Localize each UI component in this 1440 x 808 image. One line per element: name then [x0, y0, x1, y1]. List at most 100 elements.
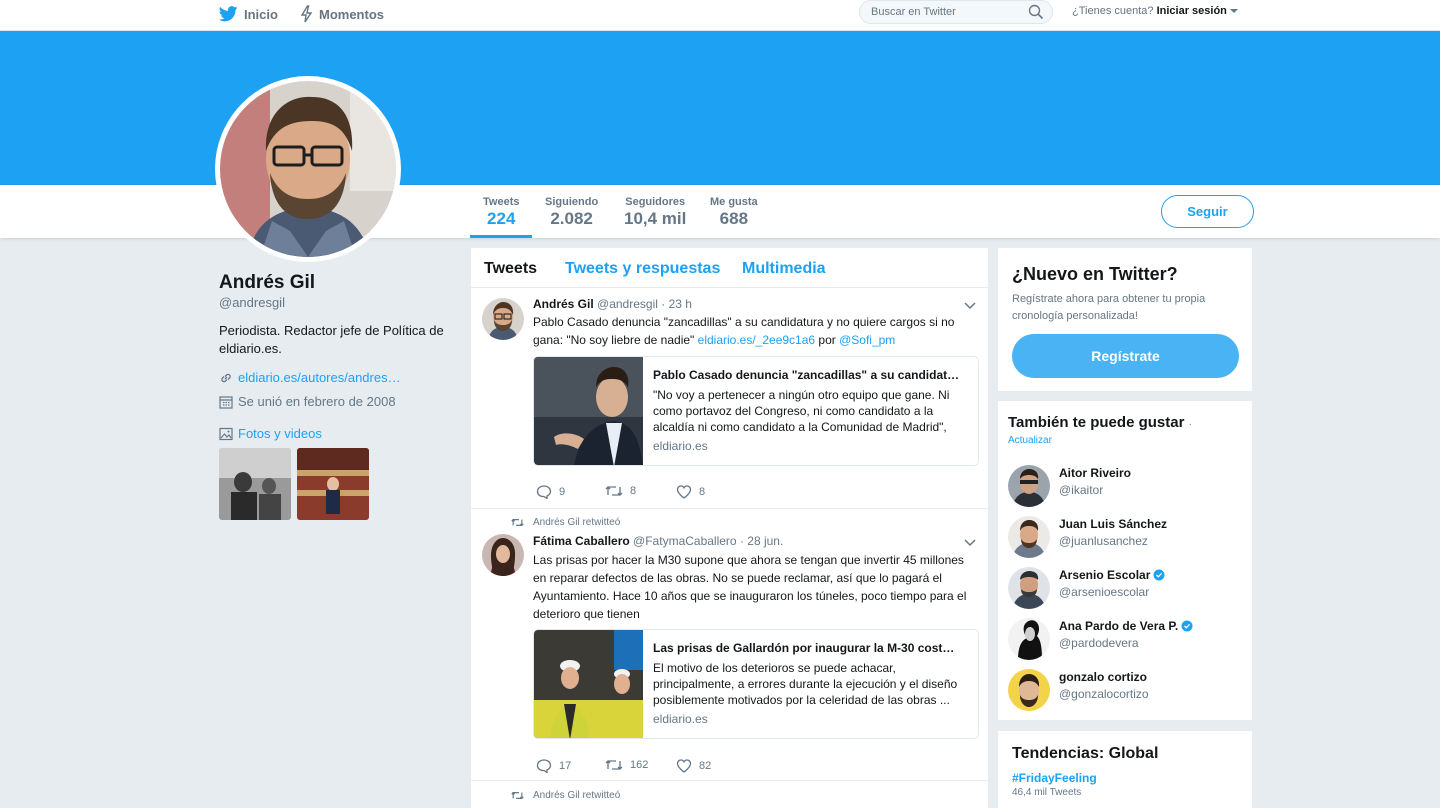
signup-button[interactable]: Regístrate — [1012, 334, 1239, 378]
tab-tweets-replies[interactable]: Tweets y respuestas — [565, 260, 720, 278]
like-count: 82 — [699, 760, 712, 772]
login-area: ¿Tienes cuenta? Iniciar sesión — [1072, 5, 1238, 17]
retweet-context-label[interactable]: Andrés Gil retwitteó — [533, 790, 620, 801]
tweet-time[interactable]: · 23 h — [661, 297, 692, 311]
card-domain: eldiario.es — [653, 712, 708, 726]
tweet-author-handle[interactable]: @FatymaCaballero — [633, 534, 737, 548]
follow-button[interactable]: Seguir — [1161, 195, 1254, 228]
caret-down-icon[interactable] — [1229, 8, 1238, 14]
account-question: ¿Tienes cuenta? — [1072, 5, 1154, 17]
moments-nav-link[interactable]: Momentos — [300, 3, 384, 25]
tweet-avatar[interactable] — [482, 298, 524, 340]
home-nav-link[interactable]: Inicio — [219, 3, 278, 25]
suggested-user-handle[interactable]: @juanlusanchez — [1059, 534, 1148, 548]
chevron-down-icon[interactable] — [964, 539, 976, 547]
tweet-time[interactable]: · 28 jun. — [740, 534, 783, 548]
tweet-avatar[interactable] — [482, 534, 524, 576]
timeline-tabs: Tweets Tweets y respuestas Multimedia — [471, 248, 988, 288]
reply-action[interactable]: 9 — [536, 485, 565, 499]
link-card[interactable]: Las prisas de Gallardón por inaugurar la… — [533, 629, 979, 739]
profile-bio: Periodista. Redactor jefe de Política de… — [219, 323, 444, 356]
tab-media[interactable]: Multimedia — [742, 260, 826, 278]
retweet-icon — [511, 791, 524, 800]
profile-handle[interactable]: @andresgil — [219, 295, 285, 310]
suggested-user[interactable]: Aitor Riveiro @ikaitor — [1008, 465, 1248, 509]
stat-followers[interactable]: Seguidores 10,4 mil — [624, 196, 686, 229]
search-box — [859, 0, 1053, 24]
title-separator: · — [1188, 419, 1192, 430]
stat-tweets-label: Tweets — [483, 196, 520, 208]
stat-likes[interactable]: Me gusta 688 — [710, 196, 758, 229]
suggested-user-avatar[interactable] — [1008, 567, 1050, 609]
profile-name[interactable]: Andrés Gil — [219, 272, 315, 294]
retweet-icon — [605, 486, 623, 496]
stat-following-value: 2.082 — [550, 209, 593, 228]
photos-videos-row[interactable]: Fotos y videos — [219, 426, 322, 441]
like-action[interactable]: 8 — [676, 485, 705, 499]
stat-following[interactable]: Siguiendo 2.082 — [545, 196, 598, 229]
search-input[interactable] — [871, 6, 1021, 18]
calendar-icon — [219, 395, 233, 409]
suggested-user-avatar[interactable] — [1008, 516, 1050, 558]
card-image — [534, 357, 643, 465]
stat-likes-label: Me gusta — [710, 196, 758, 208]
like-action[interactable]: 82 — [676, 759, 711, 773]
profile-url-row[interactable]: eldiario.es/autores/andres… — [219, 370, 401, 385]
retweet-action[interactable]: 162 — [605, 759, 648, 771]
stat-tweets[interactable]: Tweets 224 — [483, 196, 519, 229]
suggested-user-name[interactable]: Ana Pardo de Vera P. — [1059, 619, 1193, 633]
suggested-user[interactable]: Ana Pardo de Vera P. @pardodevera — [1008, 618, 1248, 662]
search-icon[interactable] — [1028, 4, 1044, 20]
tweet[interactable]: Andrés Gil retwitteó Fátima Caballero @F… — [471, 509, 988, 781]
stat-likes-value: 688 — [719, 209, 749, 228]
suggested-user-name-text: Juan Luis Sánchez — [1059, 517, 1168, 531]
profile-avatar[interactable] — [215, 76, 401, 262]
suggested-user[interactable]: Juan Luis Sánchez @juanlusanchez — [1008, 516, 1248, 560]
suggested-user-avatar[interactable] — [1008, 618, 1050, 660]
tweet-header: Fátima Caballero @FatymaCaballero · 28 j… — [533, 534, 783, 548]
suggested-user-avatar[interactable] — [1008, 669, 1050, 711]
tweet-mention[interactable]: @Sofi_pm — [839, 333, 895, 347]
reply-icon — [536, 485, 552, 499]
suggested-user-handle[interactable]: @ikaitor — [1059, 483, 1103, 497]
tweet-author-name[interactable]: Fátima Caballero — [533, 534, 630, 548]
retweet-context: Andrés Gil retwitteó — [511, 790, 620, 801]
suggested-user-handle[interactable]: @arsenioescolar — [1059, 585, 1149, 599]
chevron-down-icon[interactable] — [964, 302, 976, 310]
suggested-user-handle[interactable]: @pardodevera — [1059, 636, 1139, 650]
media-thumbnail[interactable] — [219, 448, 291, 520]
link-card[interactable]: Pablo Casado denuncia "zancadillas" a su… — [533, 356, 979, 466]
tweet-author-handle[interactable]: @andresgil — [597, 297, 658, 311]
verified-badge-icon — [1181, 620, 1193, 632]
trend-item-name[interactable]: #FridayFeeling — [1012, 771, 1097, 785]
retweet-count: 162 — [630, 759, 649, 771]
suggested-user[interactable]: Arsenio Escolar @arsenioescolar — [1008, 567, 1248, 611]
suggested-user-name[interactable]: Aitor Riveiro — [1059, 466, 1131, 480]
card-domain: eldiario.es — [653, 439, 708, 453]
reply-action[interactable]: 17 — [536, 759, 571, 773]
tweet[interactable]: Andrés Gil retwitteó — [471, 781, 988, 808]
suggested-user-name[interactable]: Juan Luis Sánchez — [1059, 517, 1167, 531]
image-icon — [219, 427, 233, 440]
suggested-user-handle[interactable]: @gonzalocortizo — [1059, 687, 1149, 701]
refresh-link[interactable]: Actualizar — [1008, 435, 1052, 446]
tweet-author-name[interactable]: Andrés Gil — [533, 297, 594, 311]
retweet-context-label[interactable]: Andrés Gil retwitteó — [533, 517, 620, 528]
reply-icon — [536, 759, 552, 773]
photos-videos-label[interactable]: Fotos y videos — [238, 426, 322, 441]
media-thumbnail[interactable] — [297, 448, 369, 520]
tweet-header: Andrés Gil @andresgil · 23 h — [533, 297, 692, 311]
suggested-user[interactable]: gonzalo cortizo @gonzalocortizo — [1008, 669, 1248, 713]
suggested-user-name[interactable]: Arsenio Escolar — [1059, 568, 1165, 582]
retweet-action[interactable]: 8 — [605, 485, 636, 497]
home-nav-label: Inicio — [244, 6, 278, 22]
tweet-link[interactable]: eldiario.es/_2ee9c1a6 — [698, 333, 815, 347]
suggested-user-avatar[interactable] — [1008, 465, 1050, 507]
login-link[interactable]: Iniciar sesión — [1157, 5, 1227, 17]
tweet[interactable]: Andrés Gil @andresgil · 23 h Pablo Casad… — [471, 288, 988, 509]
profile-url[interactable]: eldiario.es/autores/andres… — [238, 370, 401, 385]
tab-tweets[interactable]: Tweets — [484, 260, 537, 278]
top-navigation-bar: Inicio Momentos ¿Tienes cuenta? Iniciar … — [0, 0, 1440, 31]
card-description: "No voy a pertenecer a ningún otro equip… — [653, 388, 950, 434]
suggested-user-name[interactable]: gonzalo cortizo — [1059, 670, 1147, 684]
